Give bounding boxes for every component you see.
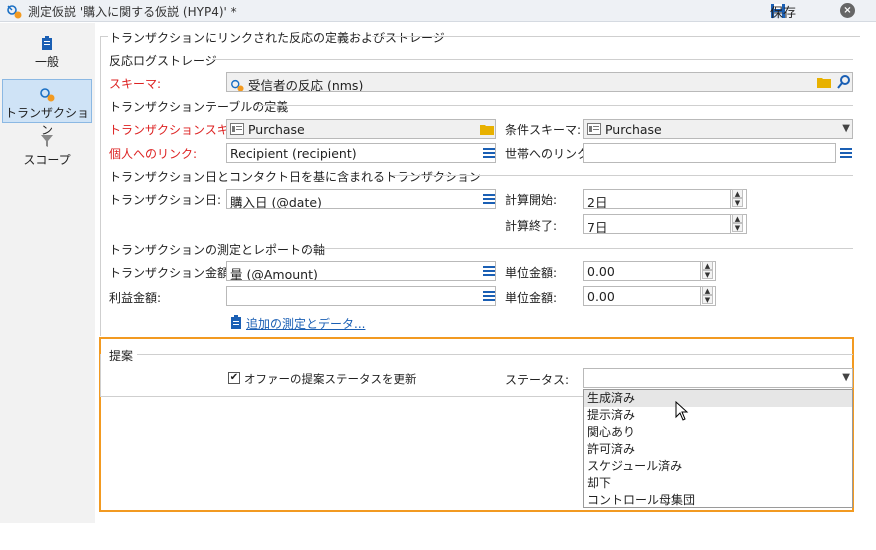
- section-title: トランザクションにリンクされた反応の定義およびストレージ: [109, 31, 445, 45]
- status-label: ステータス:: [505, 373, 570, 387]
- measures-title: トランザクションの測定とレポートの軸: [109, 243, 326, 257]
- sidebar-item-label: 一般: [34, 55, 59, 69]
- unit-amount-field[interactable]: 0.00: [583, 261, 716, 281]
- indiv-link-value: Recipient (recipient): [230, 146, 357, 161]
- section-border-top: [372, 36, 860, 37]
- amount-label: トランザクション金額:: [109, 266, 234, 280]
- tx-schema-value: Purchase: [247, 122, 305, 137]
- clipboard-icon: [42, 36, 52, 50]
- checkmark-icon: ✔: [229, 372, 239, 383]
- status-dropdown-list: 生成済み 提示済み 関心あり 許可済み スケジュール済み 却下 コントロール母集…: [583, 389, 853, 508]
- proposal-title: 提案: [109, 349, 134, 363]
- tx-date-field[interactable]: 購入日 (@date): [226, 189, 496, 209]
- edit-list-icon[interactable]: [481, 145, 497, 161]
- calc-start-stepper[interactable]: ▲ ▼: [730, 189, 744, 209]
- group-border-bottom: [100, 396, 583, 397]
- edit-list-icon[interactable]: [481, 288, 497, 304]
- tx-schema-field[interactable]: Purchase: [226, 119, 496, 139]
- status-option[interactable]: 関心あり: [584, 424, 852, 441]
- title-bar: 測定仮説 '購入に関する仮説 (HYP4)' * 保存 ×: [0, 0, 876, 22]
- calc-start-label: 計算開始:: [505, 193, 558, 207]
- group-line: [212, 59, 853, 60]
- response-log-title: 反応ログストレージ: [109, 54, 217, 68]
- unit-amount2-stepper[interactable]: ▲ ▼: [700, 286, 714, 306]
- amount-value: 量 (@Amount): [230, 267, 318, 281]
- calc-end-value: 7日: [587, 220, 608, 234]
- calc-end-field[interactable]: 7日: [583, 214, 747, 234]
- sidebar-item-label: スコープ: [23, 153, 71, 167]
- chevron-down-icon[interactable]: ▼: [842, 123, 850, 134]
- indiv-link-label: 個人へのリンク:: [109, 147, 198, 161]
- status-select[interactable]: ▼: [583, 368, 853, 388]
- sidebar-item-transaction[interactable]: トランザクション: [2, 79, 92, 137]
- tx-date-value: 購入日 (@date): [230, 195, 322, 209]
- schema-value: 受信者の反応 (nms): [247, 78, 364, 92]
- status-option[interactable]: 生成済み: [584, 390, 852, 407]
- unit-amount2-value: 0.00: [587, 289, 615, 304]
- clipboard-icon: [231, 315, 241, 329]
- profit-label: 利益金額:: [109, 291, 162, 305]
- calc-end-stepper[interactable]: ▲ ▼: [730, 214, 744, 234]
- save-label: 保存: [770, 5, 797, 21]
- add-measures-link[interactable]: 追加の測定とデータ...: [246, 315, 365, 332]
- update-offer-status-checkbox[interactable]: ✔: [228, 372, 240, 384]
- update-offer-status-label: オファーの提案ステータスを更新: [244, 372, 417, 386]
- sidebar: 一般 トランザクション スコープ: [0, 23, 95, 523]
- household-link-field[interactable]: [583, 143, 836, 163]
- status-option[interactable]: コントロール母集団: [584, 492, 852, 509]
- unit-amount-label: 単位金額:: [505, 266, 558, 280]
- sidebar-item-scope[interactable]: スコープ: [2, 127, 92, 171]
- group-line: [392, 175, 853, 176]
- unit-amount-value: 0.00: [587, 264, 615, 279]
- edit-list-icon[interactable]: [838, 145, 854, 161]
- filter-icon: [41, 135, 53, 147]
- cond-schema-value: Purchase: [604, 122, 662, 137]
- save-button[interactable]: 保存: [770, 1, 796, 21]
- hypothesis-icon: [7, 5, 22, 19]
- edit-list-icon[interactable]: [481, 191, 497, 207]
- status-option[interactable]: スケジュール済み: [584, 458, 852, 475]
- household-link-label: 世帯へのリンク:: [505, 147, 594, 161]
- unit-amount2-label: 単位金額:: [505, 291, 558, 305]
- calc-start-value: 2日: [587, 195, 608, 209]
- unit-amount2-field[interactable]: 0.00: [583, 286, 716, 306]
- close-icon[interactable]: ×: [840, 3, 855, 18]
- tx-dates-title: トランザクション日とコンタクト日を基に含まれるトランザクション: [109, 170, 482, 184]
- indiv-link-field[interactable]: Recipient (recipient): [226, 143, 496, 163]
- status-option[interactable]: 許可済み: [584, 441, 852, 458]
- unit-amount-stepper[interactable]: ▲ ▼: [700, 261, 714, 281]
- hypothesis-icon: [231, 79, 244, 91]
- calc-start-field[interactable]: 2日: [583, 189, 747, 209]
- mouse-cursor-icon: [675, 401, 689, 421]
- window-title: 測定仮説 '購入に関する仮説 (HYP4)' *: [28, 5, 237, 19]
- table-icon: [587, 123, 601, 135]
- table-icon: [230, 123, 244, 135]
- profit-field[interactable]: [226, 286, 496, 306]
- folder-icon[interactable]: [816, 74, 832, 90]
- chevron-down-icon[interactable]: ▼: [842, 372, 850, 383]
- section-border-top-left: [100, 36, 108, 37]
- group-line: [137, 354, 853, 355]
- hypothesis-icon: [40, 88, 55, 102]
- tx-table-title: トランザクションテーブルの定義: [109, 100, 289, 114]
- status-option[interactable]: 却下: [584, 475, 852, 492]
- search-icon[interactable]: [836, 74, 852, 90]
- tx-date-label: トランザクション日:: [109, 193, 222, 207]
- folder-icon[interactable]: [479, 121, 495, 137]
- section-border-left: [100, 36, 101, 336]
- cond-schema-label: 条件スキーマ:: [505, 123, 582, 137]
- status-option[interactable]: 提示済み: [584, 407, 852, 424]
- edit-list-icon[interactable]: [481, 263, 497, 279]
- amount-field[interactable]: 量 (@Amount): [226, 261, 496, 281]
- group-border-left: [100, 354, 101, 396]
- sidebar-item-general[interactable]: 一般: [2, 29, 92, 73]
- group-line: [255, 105, 853, 106]
- schema-label: スキーマ:: [109, 77, 162, 91]
- schema-field[interactable]: 受信者の反応 (nms): [226, 72, 853, 92]
- cond-schema-select[interactable]: Purchase ▼: [583, 119, 853, 139]
- group-line: [305, 248, 853, 249]
- calc-end-label: 計算終了:: [505, 219, 558, 233]
